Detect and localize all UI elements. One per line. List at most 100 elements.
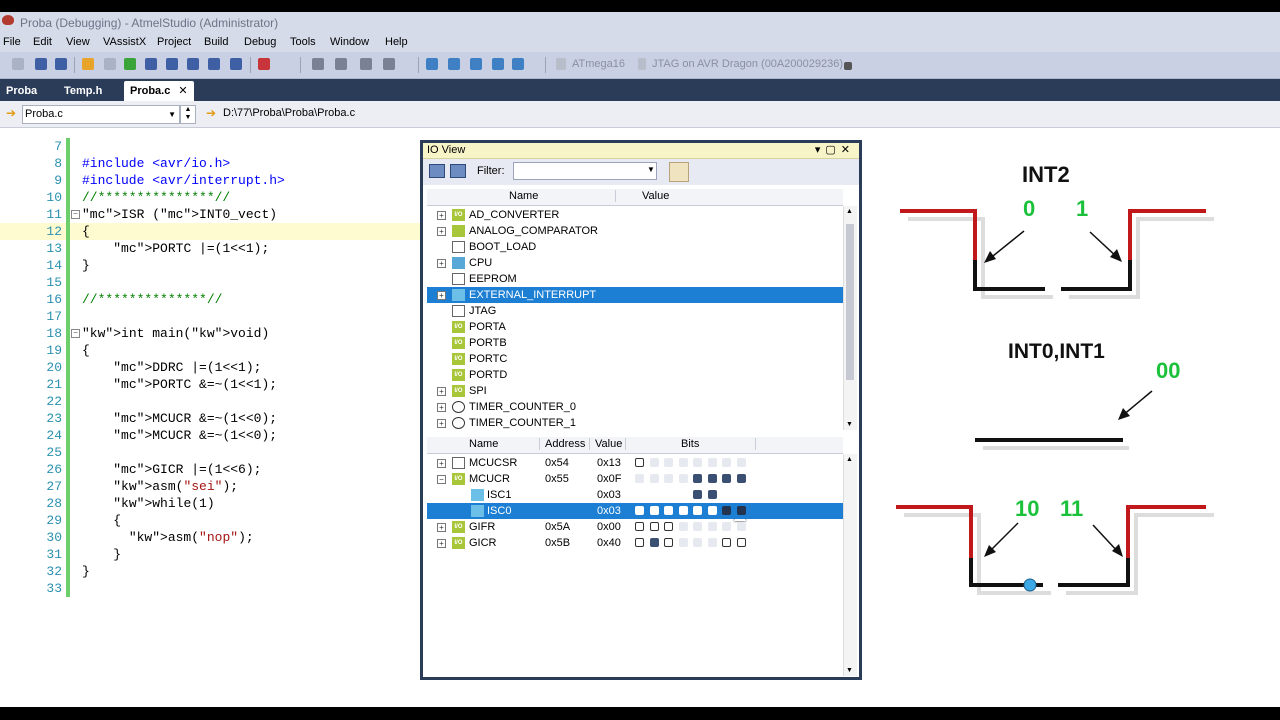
register-bit[interactable] — [722, 458, 731, 467]
code-line[interactable]: 23 "mc">MCUCR &=~(1<<0); — [0, 410, 420, 427]
code-line[interactable]: 14} — [0, 257, 420, 274]
register-bit[interactable] — [736, 538, 746, 547]
tab-temp-h[interactable]: Temp.h — [58, 81, 108, 101]
register-bit[interactable] — [635, 522, 644, 531]
register-bit[interactable] — [664, 506, 673, 515]
indent-icon[interactable] — [312, 58, 324, 70]
tab-proba-c[interactable]: Proba.c ✕ — [124, 81, 194, 101]
register-bit[interactable] — [649, 458, 659, 467]
code-line[interactable]: 25 — [0, 444, 420, 461]
code-line[interactable]: 31 } — [0, 546, 420, 563]
module-row[interactable]: EEPROM — [427, 271, 843, 287]
scroll-up-icon[interactable]: ▲ — [846, 456, 853, 463]
code-line[interactable]: 32} — [0, 563, 420, 580]
tree-view-icon[interactable] — [429, 164, 445, 178]
code-line[interactable]: 17 — [0, 308, 420, 325]
code-line[interactable]: 20 "mc">DDRC |=(1<<1); — [0, 359, 420, 376]
register-bit[interactable] — [664, 522, 673, 531]
module-row[interactable]: + ANALOG_COMPARATOR — [427, 223, 843, 239]
code-line[interactable]: 7 — [0, 138, 420, 155]
register-bit[interactable] — [693, 458, 702, 467]
register-row[interactable]: − I/O MCUCR 0x55 0x0F — [427, 471, 843, 487]
register-bit[interactable] — [635, 458, 644, 467]
pin-icon[interactable]: ▾ — [815, 144, 826, 156]
run-to-cursor-icon[interactable] — [208, 58, 220, 70]
register-bit[interactable] — [722, 522, 731, 531]
column-bits[interactable]: Bits — [625, 438, 757, 450]
close-icon[interactable]: ✕ — [178, 85, 187, 97]
debug-tool-name[interactable]: JTAG on AVR Dragon (00A200029236) — [652, 58, 843, 70]
module-row[interactable]: BOOT_LOAD — [427, 239, 843, 255]
stop-debug-icon[interactable] — [12, 58, 24, 70]
column-value[interactable]: Value — [589, 438, 622, 450]
step-into-icon[interactable] — [145, 58, 157, 70]
register-bit[interactable] — [649, 506, 659, 515]
register-bit[interactable] — [693, 538, 702, 547]
uncomment-icon[interactable] — [383, 58, 395, 70]
code-line[interactable]: 13 "mc">PORTC |=(1<<1); — [0, 240, 420, 257]
register-bit[interactable] — [736, 506, 746, 515]
code-line[interactable]: 16 //**************// — [0, 291, 420, 308]
register-bit[interactable] — [693, 506, 702, 515]
register-bit[interactable] — [649, 538, 659, 547]
code-line[interactable]: 28 "kw">while(1) — [0, 495, 420, 512]
register-bit[interactable] — [722, 538, 731, 547]
spin-button[interactable]: ▲ ▼ — [180, 105, 196, 124]
register-bit[interactable] — [693, 490, 702, 499]
register-bit[interactable] — [693, 474, 702, 483]
code-line[interactable]: 9 #include <avr/interrupt.h> — [0, 172, 420, 189]
filter-input[interactable] — [513, 162, 657, 180]
pause-icon[interactable] — [104, 58, 116, 70]
reset-icon[interactable] — [230, 58, 242, 70]
register-row[interactable]: + MCUCSR 0x54 0x13 — [427, 455, 843, 471]
step-out-icon[interactable] — [187, 58, 199, 70]
menu-build[interactable]: Build — [204, 36, 228, 48]
step-over-icon[interactable] — [166, 58, 178, 70]
register-bit[interactable] — [722, 506, 731, 515]
module-row[interactable]: + TIMER_COUNTER_0 — [427, 399, 843, 415]
code-line[interactable]: 29 { — [0, 512, 420, 529]
scroll-down-icon[interactable]: ▼ — [846, 667, 853, 674]
module-row[interactable]: + TIMER_COUNTER_1 — [427, 415, 843, 431]
column-name[interactable]: Name — [469, 438, 498, 450]
register-bit[interactable] — [664, 474, 673, 483]
register-bit[interactable] — [736, 522, 746, 531]
expand-icon[interactable]: + — [437, 419, 446, 428]
expand-icon[interactable]: + — [437, 459, 446, 468]
code-line[interactable]: 19 { — [0, 342, 420, 359]
register-scrollbar[interactable]: ▲ ▼ — [843, 454, 857, 676]
register-bit[interactable] — [678, 474, 688, 483]
register-bit[interactable] — [649, 474, 659, 483]
register-row[interactable]: + I/O GIFR 0x5A 0x00 — [427, 519, 843, 535]
register-bit[interactable] — [678, 506, 688, 515]
module-row[interactable]: + EXTERNAL_INTERRUPT — [427, 287, 843, 303]
code-line[interactable]: 12 { — [0, 223, 420, 240]
register-bit[interactable] — [707, 490, 717, 499]
expand-icon[interactable]: + — [437, 403, 446, 412]
code-line[interactable]: 26 "mc">GICR |=(1<<6); — [0, 461, 420, 478]
menu-view[interactable]: View — [66, 36, 90, 48]
register-bit[interactable] — [736, 474, 746, 483]
register-bit[interactable] — [707, 538, 717, 547]
disassembly-icon[interactable] — [448, 58, 460, 70]
expand-icon[interactable]: + — [437, 523, 446, 532]
fold-toggle-icon[interactable]: − — [71, 210, 80, 219]
processor-view-icon[interactable] — [512, 58, 524, 70]
code-line[interactable]: 10 //***************// — [0, 189, 420, 206]
module-row[interactable]: I/O PORTD — [427, 367, 843, 383]
code-editor[interactable]: 7 8 #include <avr/io.h> 9 #include <avr/inte… — [0, 128, 420, 707]
close-icon[interactable]: ✕ — [841, 144, 855, 156]
toolbar-overflow-icon[interactable] — [844, 62, 852, 70]
column-value[interactable]: Value — [615, 190, 669, 202]
register-row[interactable]: + I/O GICR 0x5B 0x40 — [427, 535, 843, 551]
code-line[interactable]: 33 — [0, 580, 420, 597]
breakpoint-icon[interactable] — [258, 58, 270, 70]
scroll-down-icon[interactable]: ▼ — [846, 421, 853, 428]
clear-filter-icon[interactable] — [669, 162, 689, 182]
module-row[interactable]: JTAG — [427, 303, 843, 319]
expand-icon[interactable]: + — [437, 211, 446, 220]
code-line[interactable]: 27 "kw">asm("sei"); — [0, 478, 420, 495]
register-bit[interactable] — [707, 506, 717, 515]
code-line[interactable]: 22 — [0, 393, 420, 410]
register-bit[interactable] — [722, 474, 731, 483]
